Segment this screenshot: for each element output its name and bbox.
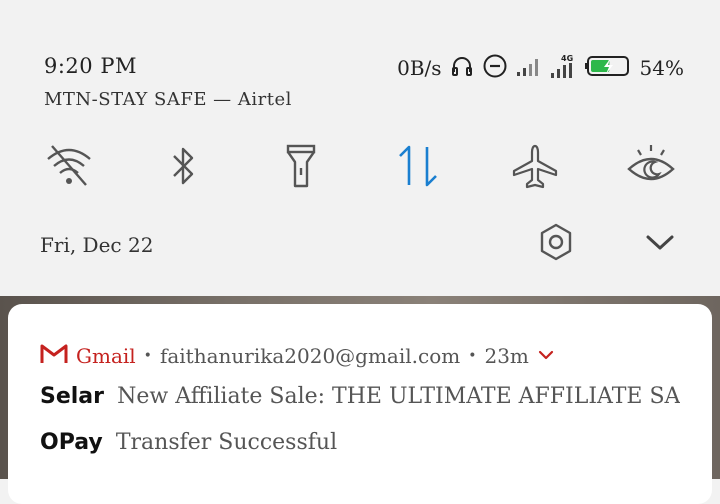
tile-wifi[interactable]	[41, 138, 97, 194]
quick-settings-tiles	[0, 138, 720, 194]
signal-4g-icon: 4G	[550, 53, 576, 83]
signal-icon	[516, 55, 542, 81]
carrier-label: MTN-STAY SAFE — Airtel	[44, 89, 292, 110]
network-speed: 0B/s	[397, 56, 442, 80]
battery-charging-icon	[584, 55, 630, 81]
date-label: Fri, Dec 22	[40, 233, 154, 257]
expand-notification-icon[interactable]	[537, 347, 555, 366]
gmail-icon	[40, 343, 68, 369]
airplane-icon	[511, 143, 559, 189]
status-bar: 9:20 PM 0B/s 4G 54%	[44, 52, 684, 84]
flashlight-icon	[283, 143, 319, 189]
wifi-off-icon	[44, 143, 94, 189]
chevron-down-icon	[645, 232, 675, 256]
app-name: Gmail	[76, 344, 136, 368]
message-sender: OPay	[40, 430, 103, 455]
eye-icon	[626, 143, 676, 189]
tile-airplane-mode[interactable]	[507, 138, 563, 194]
list-item[interactable]: OPay Transfer Successful	[40, 430, 680, 460]
headphones-icon	[450, 54, 474, 82]
notification-shade: 9:20 PM 0B/s 4G 54% MTN-STAY SAFE — Airt…	[0, 0, 720, 296]
bluetooth-icon	[166, 143, 202, 189]
message-sender: Selar	[40, 384, 105, 409]
svg-text:4G: 4G	[561, 54, 573, 63]
separator-dot: •	[468, 348, 477, 364]
expand-button[interactable]	[638, 222, 682, 266]
settings-button[interactable]	[534, 222, 578, 266]
gear-icon	[536, 222, 576, 266]
do-not-disturb-icon	[482, 53, 508, 83]
tile-bluetooth[interactable]	[156, 138, 212, 194]
tile-flashlight[interactable]	[273, 138, 329, 194]
separator-dot: •	[143, 348, 152, 364]
notification-age: 23m	[484, 344, 529, 368]
notification-header: Gmail • faithanurika2020@gmail.com • 23m	[40, 342, 555, 370]
mobile-data-icon	[395, 143, 441, 189]
message-subject: New Affiliate Sale: THE ULTIMATE AFFILIA…	[117, 384, 680, 409]
list-item[interactable]: Selar New Affiliate Sale: THE ULTIMATE A…	[40, 384, 680, 414]
message-subject: Transfer Successful	[115, 430, 338, 455]
account-email: faithanurika2020@gmail.com	[159, 344, 461, 368]
gmail-notification[interactable]: Gmail • faithanurika2020@gmail.com • 23m…	[8, 304, 712, 504]
clock: 9:20 PM	[44, 54, 137, 78]
tile-reading-mode[interactable]	[623, 138, 679, 194]
battery-percent: 54%	[639, 56, 684, 80]
status-icons: 0B/s 4G 54%	[397, 54, 684, 82]
tile-mobile-data[interactable]	[390, 138, 446, 194]
